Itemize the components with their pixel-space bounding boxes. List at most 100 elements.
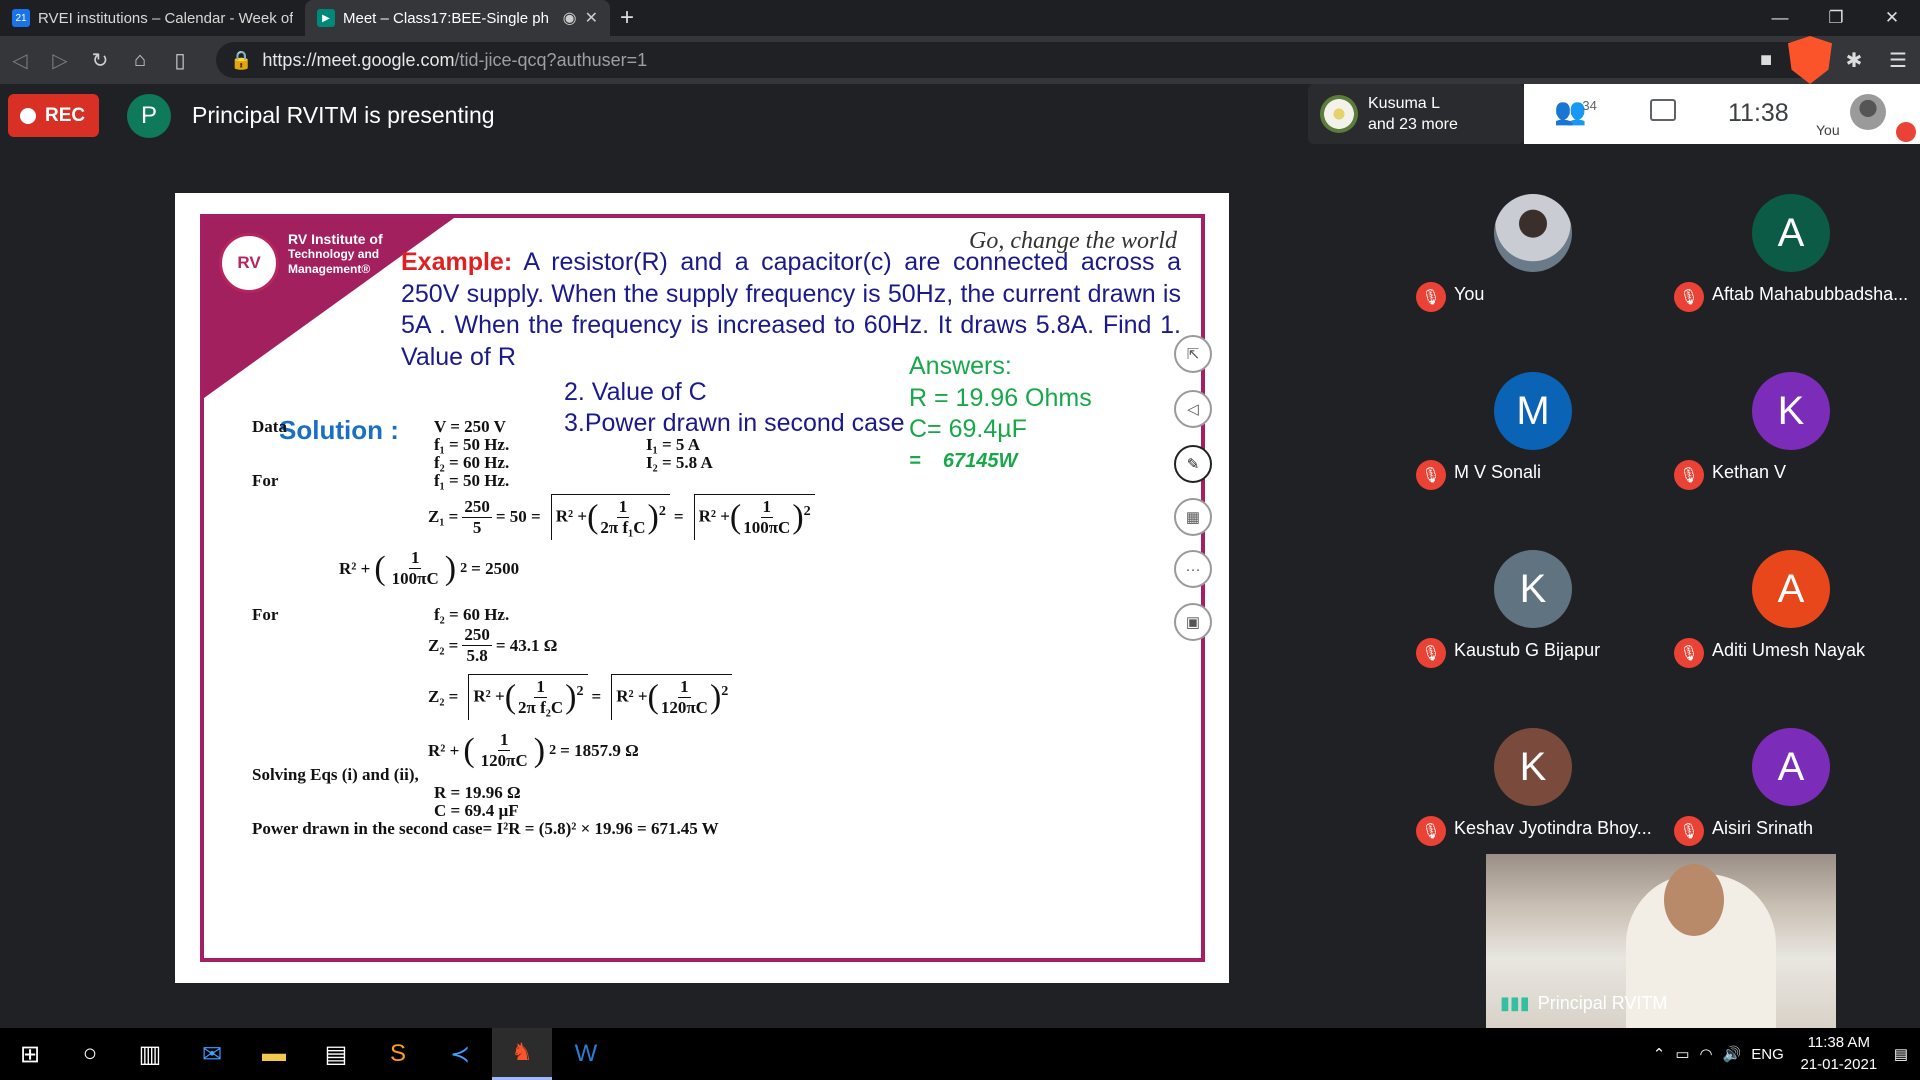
windows-start-icon[interactable]: ⊞ xyxy=(0,1028,60,1080)
file-explorer-icon[interactable]: ▬ xyxy=(244,1028,304,1080)
minimize-icon[interactable]: — xyxy=(1752,0,1808,36)
participant-tile[interactable]: 🎙 You xyxy=(1404,160,1662,338)
battery-icon[interactable]: ▭ xyxy=(1675,1045,1689,1063)
answer-r: R = 19.96 Ohms xyxy=(909,383,1092,412)
speaker-more: and 23 more xyxy=(1368,116,1458,133)
home-icon[interactable]: ⌂ xyxy=(120,36,160,84)
presenter-name-label: ▮▮▮ Principal RVITM xyxy=(1500,993,1667,1014)
eq2500-rhs: = 2500 xyxy=(471,558,520,578)
eq1857-den: 120πC xyxy=(480,751,528,770)
participant-tile[interactable]: K 🎙 Kaustub G Bijapur xyxy=(1404,516,1662,694)
tab-meet[interactable]: ▶ Meet – Class17:BEE-Single ph ◉ ✕ xyxy=(305,0,610,36)
extensions-icon[interactable]: ✱ xyxy=(1832,36,1876,84)
z2f-one: 1 xyxy=(534,677,547,698)
meeting-clock: 11:38 xyxy=(1728,99,1789,127)
previous-slide-icon[interactable]: ◁ xyxy=(1174,390,1212,428)
answer-c: C= 69.4µF xyxy=(909,415,1027,443)
url-input[interactable]: 🔒 https://meet.google.com/tid-jice-qcq?a… xyxy=(216,42,1826,78)
mic-off-icon: 🎙 xyxy=(1416,460,1446,490)
bookmark-icon[interactable]: ▯ xyxy=(160,36,200,84)
tray-chevron-icon[interactable]: ⌃ xyxy=(1653,1045,1666,1063)
wifi-icon[interactable]: ◠ xyxy=(1700,1045,1713,1063)
pointer-tool-icon[interactable]: ⇱ xyxy=(1174,335,1212,373)
volume-icon[interactable]: 🔊 xyxy=(1723,1045,1742,1063)
answer-p: 67145W xyxy=(942,449,1018,472)
eq2500-r2: R² + xyxy=(339,558,371,578)
eq-v: V = 250 V xyxy=(434,417,506,436)
z1-r2b: R² + xyxy=(698,506,730,526)
participant-tile[interactable]: K 🎙 Kethan V xyxy=(1662,338,1920,516)
close-window-icon[interactable]: ✕ xyxy=(1864,0,1920,36)
camera-icon[interactable]: ■ xyxy=(1744,36,1788,84)
window-controls: — ❐ ✕ xyxy=(1752,0,1920,36)
mail-icon[interactable]: ✉ xyxy=(182,1028,242,1080)
answers-title: Answers: xyxy=(909,352,1012,380)
example-label: Example: xyxy=(401,248,513,276)
participant-tile[interactable]: A 🎙 Aisiri Srinath xyxy=(1662,694,1920,872)
url-host: https://meet.google.com xyxy=(262,49,455,70)
participant-tile[interactable]: A 🎙 Aftab Mahabubbadsha... xyxy=(1662,160,1920,338)
rec-label: REC xyxy=(45,104,86,126)
search-circle-icon[interactable]: ○ xyxy=(60,1028,120,1080)
z1-one-b: 1 xyxy=(760,497,774,518)
notification-icon[interactable]: ▤ xyxy=(1894,1045,1908,1063)
word-icon[interactable]: W xyxy=(556,1028,616,1080)
brave-browser-icon[interactable]: ♞ xyxy=(492,1028,552,1080)
z1-lhs: Z₁ = xyxy=(428,507,459,526)
brave-shield-icon[interactable] xyxy=(1788,36,1832,84)
tab-meet-label: Meet – Class17:BEE-Single ph xyxy=(343,9,549,27)
lock-icon: 🔒 xyxy=(230,49,253,70)
z1-one: 1 xyxy=(616,497,630,518)
z1-eq: = 50 = xyxy=(495,507,541,526)
participant-name: Aftab Mahabubbadsha... xyxy=(1712,284,1909,304)
sublime-icon[interactable]: S xyxy=(368,1028,428,1080)
reload-icon[interactable]: ↻ xyxy=(80,36,120,84)
vscode-icon[interactable]: ≺ xyxy=(430,1028,490,1080)
forward-arrow-icon[interactable]: ▷ xyxy=(40,36,80,84)
eq-1857: R² + (1 120πC) 2 = 1857.9 Ω xyxy=(428,730,639,770)
eq-z1: Z₁ = 250 5 = 50 = R² +(1 2π f₁C)2 = R² +(1… xyxy=(428,494,815,540)
mic-off-icon: 🎙 xyxy=(1416,638,1446,668)
presenter-head xyxy=(1664,864,1724,936)
self-avatar[interactable] xyxy=(1850,94,1886,130)
mic-off-icon: 🎙 xyxy=(1674,816,1704,846)
restore-icon[interactable]: ❐ xyxy=(1808,0,1864,36)
z2f-one-b: 1 xyxy=(678,677,691,698)
active-speaker-box[interactable]: Kusuma L and 23 more xyxy=(1308,84,1524,144)
eq2500-one: 1 xyxy=(408,548,422,569)
participant-grid: 🎙 You A 🎙 Aftab Mahabubbadsha... M 🎙 M V Sonali… xyxy=(1404,160,1920,854)
taskbar-clock[interactable]: 11:38 AM 21-01-2021 xyxy=(1794,1032,1884,1076)
participant-name: Aditi Umesh Nayak xyxy=(1712,640,1866,660)
new-tab-button[interactable]: + xyxy=(610,0,644,36)
participant-tile[interactable]: A 🎙 Aditi Umesh Nayak xyxy=(1662,516,1920,694)
language-indicator[interactable]: ENG xyxy=(1751,1046,1784,1063)
participant-tile[interactable]: K 🎙 Keshav Jyotindra Bhoy... xyxy=(1404,694,1662,872)
self-muted-icon xyxy=(1896,122,1916,142)
c-result: C = 69.4 µF xyxy=(434,801,519,820)
task-view-icon[interactable]: ▥ xyxy=(120,1028,180,1080)
pen-tool-icon[interactable]: ✎ xyxy=(1174,445,1212,483)
close-tab-icon[interactable]: ✕ xyxy=(585,8,598,28)
participant-name: Aisiri Srinath xyxy=(1712,818,1814,838)
for-label-1: For xyxy=(252,471,279,490)
presenter-avatar: P xyxy=(127,94,171,138)
tab-calendar[interactable]: 21 RVEI institutions – Calendar - Week o… xyxy=(0,0,305,36)
eq1857-rhs: = 1857.9 Ω xyxy=(560,740,639,760)
store-icon[interactable]: ▤ xyxy=(306,1028,366,1080)
eq-f2: f₂ = 60 Hz. xyxy=(434,453,510,472)
more-options-icon[interactable]: ··· xyxy=(1174,550,1212,588)
eq-f1-again: f₁ = 50 Hz. xyxy=(434,471,510,490)
menu-icon[interactable]: ☰ xyxy=(1876,36,1920,84)
screen-icon[interactable]: ▣ xyxy=(1174,603,1212,641)
slide-view-icon[interactable]: ▦ xyxy=(1174,498,1212,536)
participant-avatar: K xyxy=(1494,728,1572,806)
eq-i2: I₂ = 5.8 A xyxy=(646,453,713,472)
participant-tile[interactable]: M 🎙 M V Sonali xyxy=(1404,338,1662,516)
z2-lhs: Z₂ = xyxy=(428,635,459,655)
people-count: 34 xyxy=(1582,98,1597,114)
back-arrow-icon[interactable]: ◁ xyxy=(0,36,40,84)
presenter-video-tile[interactable]: ▮▮▮ Principal RVITM xyxy=(1486,854,1836,1028)
people-button[interactable]: 👥34 xyxy=(1554,96,1597,127)
chat-icon[interactable] xyxy=(1650,99,1676,121)
r-result: R = 19.96 Ω xyxy=(434,783,521,802)
